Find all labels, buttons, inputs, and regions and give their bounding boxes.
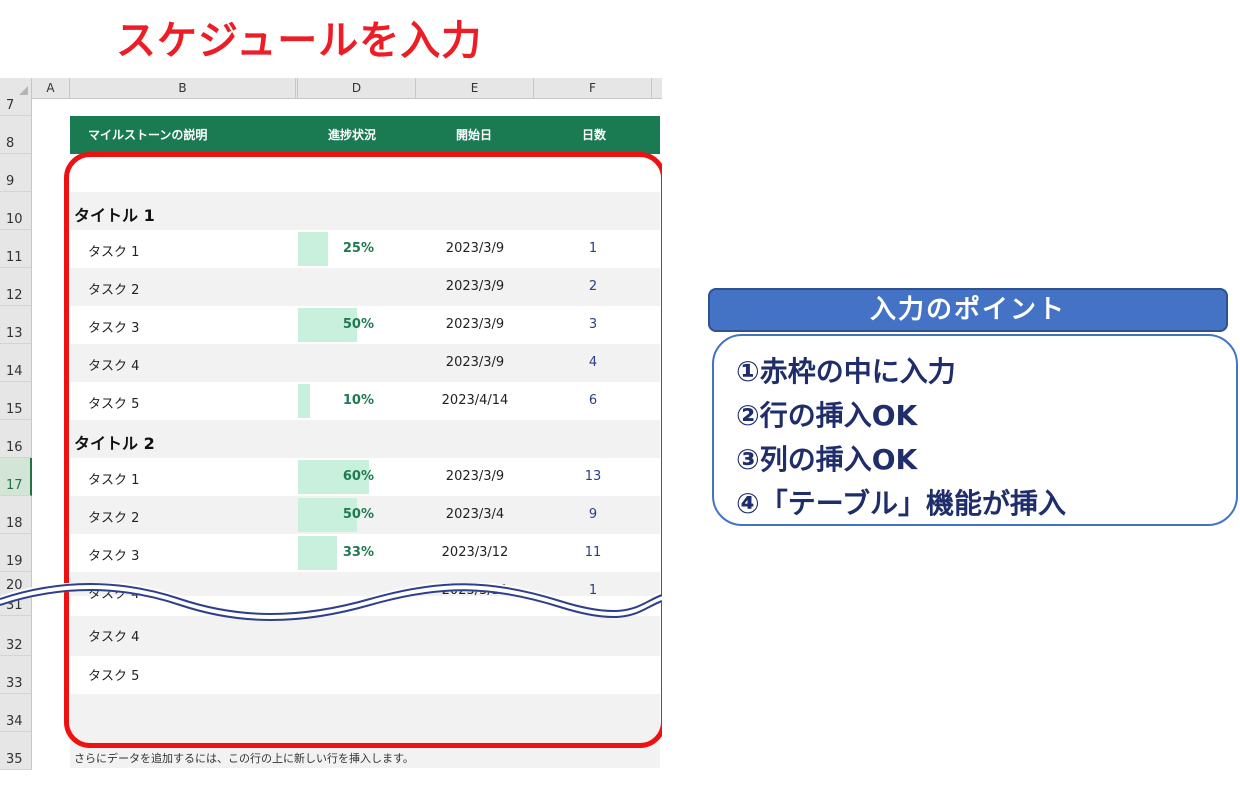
row-header-8[interactable]: 8 <box>0 116 32 154</box>
column-header-f[interactable]: F <box>534 78 652 98</box>
header-days[interactable]: 日数 <box>582 116 606 154</box>
header-description[interactable]: マイルストーンの説明 <box>88 116 207 154</box>
column-header-bar: A B D E F <box>0 78 662 99</box>
column-header-d[interactable]: D <box>298 78 416 98</box>
row-header-17[interactable]: 17 <box>0 458 32 496</box>
row-header-33[interactable]: 33 <box>0 656 32 694</box>
row-header-34[interactable]: 34 <box>0 694 32 732</box>
row-header-7[interactable]: 7 <box>0 98 32 116</box>
page-title: スケジュールを入力 <box>116 18 483 64</box>
row-header-15[interactable]: 15 <box>0 382 32 420</box>
row-header-13[interactable]: 13 <box>0 306 32 344</box>
header-progress[interactable]: 進捗状況 <box>328 116 376 154</box>
input-area-frame <box>64 152 662 748</box>
select-all-icon <box>19 86 28 95</box>
table-header-row: マイルストーンの説明 進捗状況 開始日 日数 <box>70 116 660 154</box>
column-header-a[interactable]: A <box>32 78 70 98</box>
column-header-e[interactable]: E <box>416 78 534 98</box>
point-item: ③列の挿入OK <box>736 443 918 476</box>
row-header-10[interactable]: 10 <box>0 192 32 230</box>
spreadsheet: A B D E F 7 8 9 10 11 12 13 14 15 16 17 … <box>0 78 662 787</box>
row-header-14[interactable]: 14 <box>0 344 32 382</box>
row-header-16[interactable]: 16 <box>0 420 32 458</box>
point-list: ①赤枠の中に入力 ②行の挿入OK ③列の挿入OK ④「テーブル」機能が挿入 <box>712 334 1238 526</box>
select-all-corner[interactable] <box>0 78 32 98</box>
point-item: ④「テーブル」機能が挿入 <box>736 487 1067 520</box>
point-item: ②行の挿入OK <box>736 399 918 432</box>
point-item: ①赤枠の中に入力 <box>736 355 956 388</box>
row-header-9[interactable]: 9 <box>0 154 32 192</box>
row-header-11[interactable]: 11 <box>0 230 32 268</box>
footer-note: さらにデータを追加するには、この行の上に新しい行を挿入します。 <box>74 752 414 765</box>
row-header-18[interactable]: 18 <box>0 496 32 534</box>
header-start-date[interactable]: 開始日 <box>456 116 492 154</box>
row-break-wave-icon <box>0 583 662 621</box>
row-header-35[interactable]: 35 <box>0 732 32 770</box>
row-header-12[interactable]: 12 <box>0 268 32 306</box>
column-header-b[interactable]: B <box>70 78 298 98</box>
point-heading: 入力のポイント <box>708 288 1228 332</box>
row-header-19[interactable]: 19 <box>0 534 32 572</box>
